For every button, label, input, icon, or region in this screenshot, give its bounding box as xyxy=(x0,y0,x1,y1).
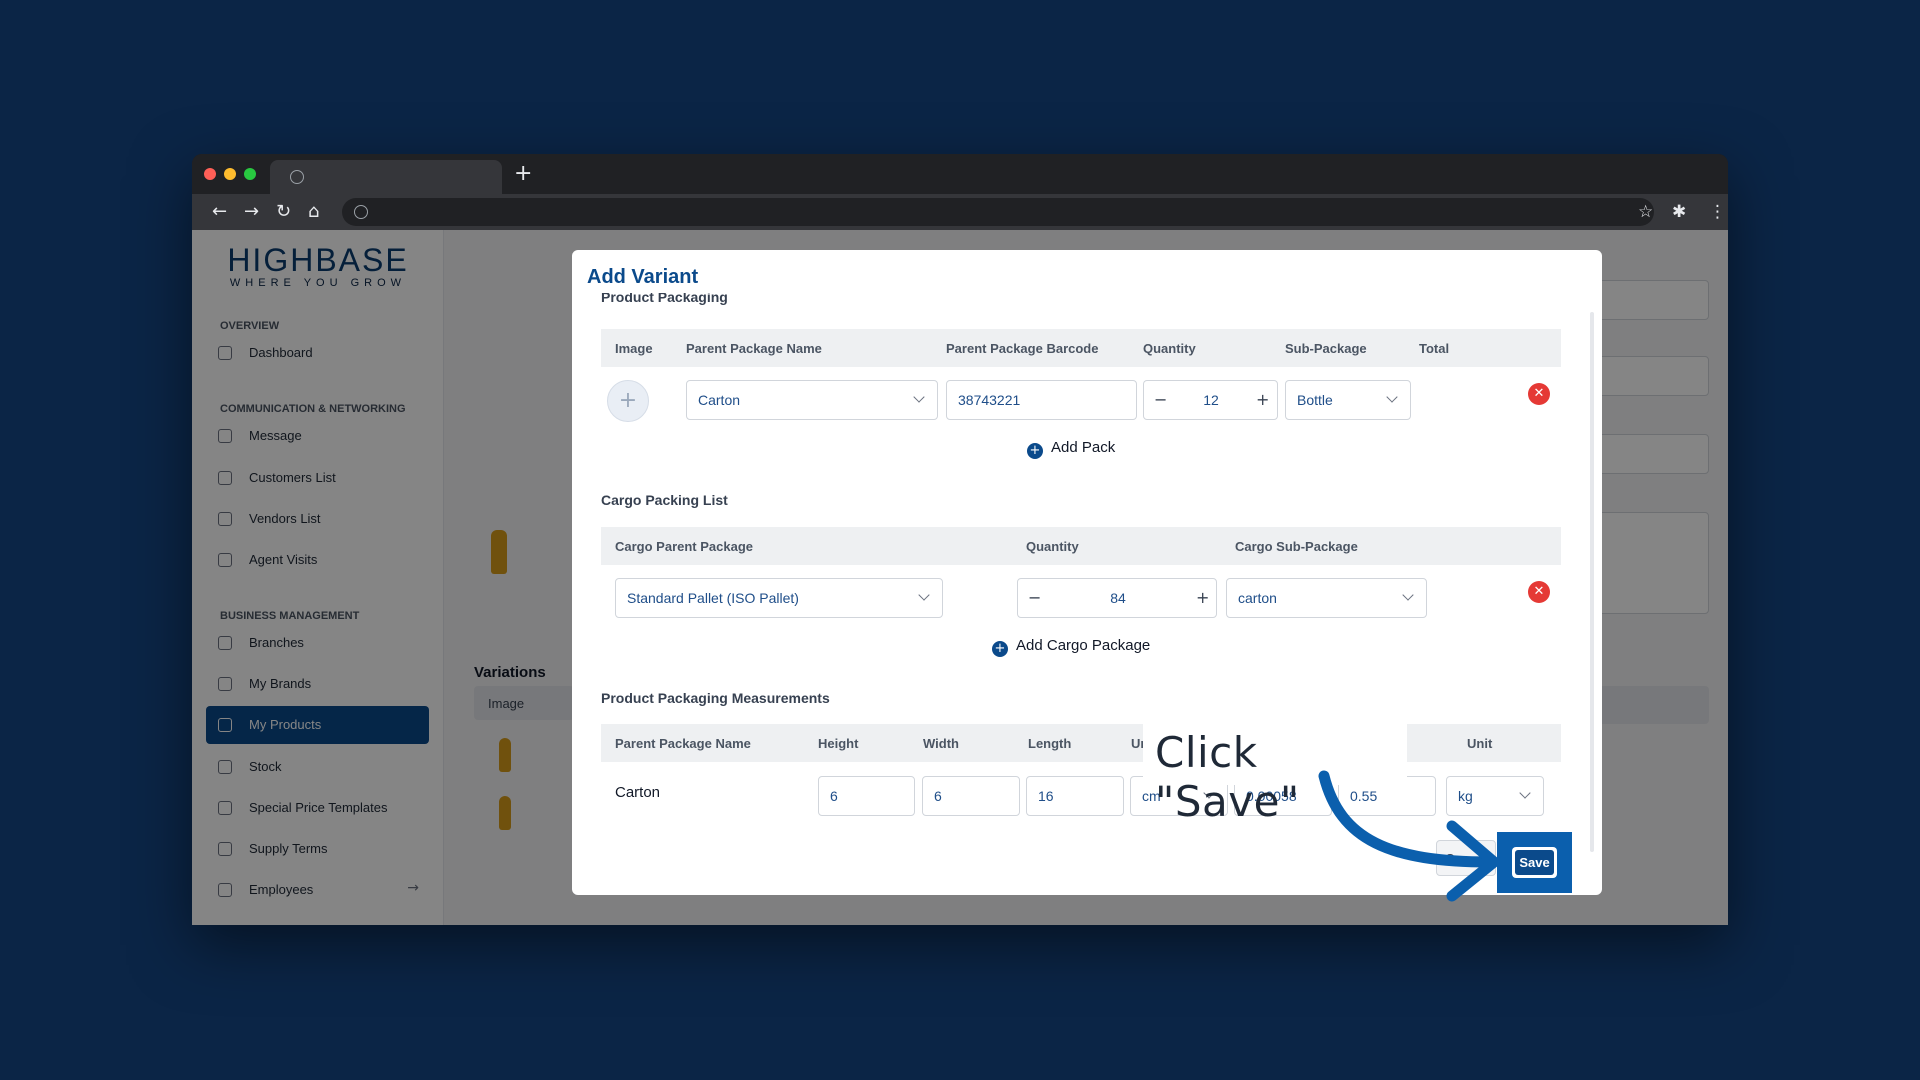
measurements-table-header: Parent Package Name Height Width Length … xyxy=(601,724,1561,762)
forward-icon[interactable]: → xyxy=(244,200,259,224)
chevron-down-icon xyxy=(913,391,925,403)
column-header: Cargo Parent Package xyxy=(615,539,754,554)
column-header: Length xyxy=(1028,736,1072,751)
cargo-parent-select[interactable]: Standard Pallet (ISO Pallet) xyxy=(615,578,943,618)
remove-cargo-button[interactable]: ✕ xyxy=(1528,581,1550,603)
browser-toolbar: ← → ↻ ⌂ ☆ ✱ ⋮ xyxy=(192,194,1728,230)
reload-icon[interactable]: ↻ xyxy=(276,200,291,224)
modal-scrollbar[interactable] xyxy=(1590,312,1594,852)
cargo-sub-package-value: carton xyxy=(1238,590,1277,606)
add-cargo-label: Add Cargo Package xyxy=(1016,637,1151,654)
length-value: 16 xyxy=(1038,788,1054,804)
modal-title: Add Variant xyxy=(587,266,699,288)
cargo-sub-package-select[interactable]: carton xyxy=(1226,578,1427,618)
chevron-down-icon xyxy=(1402,589,1414,601)
browser-tab[interactable] xyxy=(270,160,502,194)
maximize-window-button[interactable] xyxy=(244,168,256,180)
quantity-value: 12 xyxy=(1203,392,1219,408)
decrement-button[interactable]: − xyxy=(1028,588,1041,607)
barcode-input[interactable]: 38743221 xyxy=(946,380,1137,420)
product-packaging-title: Product Packaging xyxy=(601,293,728,305)
address-bar[interactable] xyxy=(342,198,1654,226)
column-header: Parent Package Name xyxy=(686,341,822,356)
chevron-down-icon xyxy=(1519,787,1531,799)
remove-pack-button[interactable]: ✕ xyxy=(1528,383,1550,405)
column-header: Width xyxy=(923,736,959,751)
height-input[interactable]: 6 xyxy=(818,776,915,816)
close-window-button[interactable] xyxy=(204,168,216,180)
parent-package-value: Carton xyxy=(698,392,741,408)
column-header: Sub-Package xyxy=(1285,341,1367,356)
save-button[interactable]: Save xyxy=(1515,850,1554,875)
site-info-icon[interactable] xyxy=(354,205,368,219)
plus-circle-icon: + xyxy=(1027,443,1043,459)
cargo-packing-title: Cargo Packing List xyxy=(601,492,728,508)
add-image-button[interactable]: + xyxy=(607,380,649,422)
star-icon[interactable]: ☆ xyxy=(1638,200,1653,224)
column-header: Cargo Sub-Package xyxy=(1235,539,1358,554)
barcode-value: 38743221 xyxy=(958,392,1021,408)
menu-icon[interactable]: ⋮ xyxy=(1709,200,1726,224)
length-input[interactable]: 16 xyxy=(1026,776,1124,816)
column-header: Parent Package Name xyxy=(615,736,751,751)
save-highlight: Save xyxy=(1497,832,1572,893)
extensions-icon[interactable]: ✱ xyxy=(1672,200,1686,224)
increment-button[interactable]: + xyxy=(1196,588,1209,607)
add-pack-label: Add Pack xyxy=(1051,439,1116,456)
add-pack-button[interactable]: + Add Pack xyxy=(1027,439,1115,459)
sub-package-select[interactable]: Bottle xyxy=(1285,380,1411,420)
chevron-down-icon xyxy=(918,589,930,601)
width-input[interactable]: 6 xyxy=(922,776,1020,816)
sub-package-value: Bottle xyxy=(1297,392,1333,408)
parent-package-select[interactable]: Carton xyxy=(686,380,938,420)
new-tab-button[interactable]: + xyxy=(514,162,532,186)
plus-circle-icon: + xyxy=(992,641,1008,657)
add-cargo-package-button[interactable]: + Add Cargo Package xyxy=(992,637,1150,657)
packaging-table-header: Image Parent Package Name Parent Package… xyxy=(601,329,1561,367)
cargo-quantity-value: 84 xyxy=(1110,590,1126,606)
cargo-table-header: Cargo Parent Package Quantity Cargo Sub-… xyxy=(601,527,1561,565)
column-header: Parent Package Barcode xyxy=(946,341,1099,356)
column-header: Quantity xyxy=(1143,341,1196,356)
back-icon[interactable]: ← xyxy=(212,200,227,224)
column-header: Height xyxy=(818,736,859,751)
save-focus-ring: Save xyxy=(1512,847,1557,878)
measurements-title: Product Packaging Measurements xyxy=(601,690,830,706)
width-value: 6 xyxy=(934,788,942,804)
column-header: Quantity xyxy=(1026,539,1079,554)
measurement-row-name: Carton xyxy=(615,784,661,801)
decrement-button[interactable]: − xyxy=(1154,390,1167,409)
pointer-arrow xyxy=(1318,770,1500,902)
column-header: Image xyxy=(615,341,653,356)
home-icon[interactable]: ⌂ xyxy=(308,200,319,224)
chevron-down-icon xyxy=(1386,391,1398,403)
column-header: Unit xyxy=(1467,736,1493,751)
minimize-window-button[interactable] xyxy=(224,168,236,180)
height-value: 6 xyxy=(830,788,838,804)
quantity-stepper[interactable]: − 12 + xyxy=(1143,380,1278,420)
column-header: Total xyxy=(1419,341,1450,356)
cargo-quantity-stepper[interactable]: − 84 + xyxy=(1017,578,1217,618)
tab-bar: + xyxy=(192,154,1728,194)
globe-icon xyxy=(290,170,304,184)
cargo-parent-value: Standard Pallet (ISO Pallet) xyxy=(627,590,799,606)
increment-button[interactable]: + xyxy=(1256,390,1269,409)
